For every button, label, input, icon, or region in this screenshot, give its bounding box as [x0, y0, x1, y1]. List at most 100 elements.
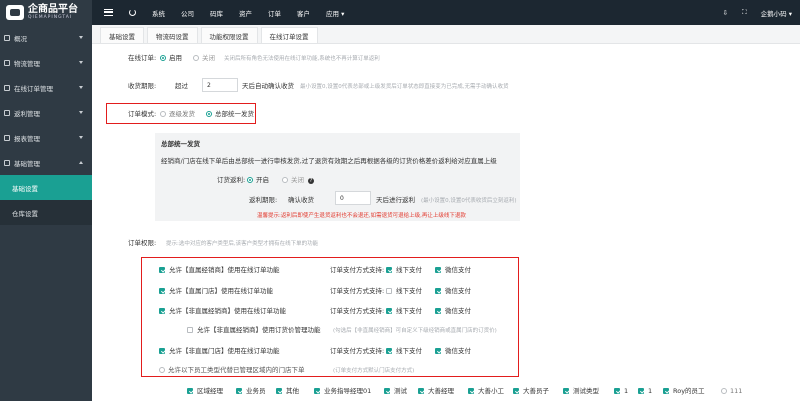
staff-order-checkbox[interactable]: 允许以下员工类型代替已管理区域内的门店下单	[159, 366, 305, 375]
topnav-company[interactable]: 公司	[181, 8, 194, 18]
sidebar-subitem-warehouse[interactable]: 仓库设置	[0, 200, 92, 225]
order-permission-hint: 提示:选中对应的客户类型后,该客户类型才拥有在线下单的功能	[166, 241, 319, 247]
pay-methods-label: 订单支付方式支持:	[330, 266, 385, 274]
menu-toggle-icon[interactable]	[104, 9, 113, 16]
panel-title: 总部统一发货	[161, 140, 200, 148]
tab-basic-settings[interactable]: 基础设置	[100, 27, 144, 43]
online-order-enable-radio[interactable]: 启用	[160, 54, 182, 63]
staff-type-checkbox[interactable]: 测试	[384, 387, 407, 396]
staff-type-checkbox[interactable]: Roy的员工	[663, 387, 705, 396]
tab-permissions[interactable]: 功能权限设置	[200, 27, 258, 43]
sidebar-item-label: 在线订单管理	[14, 84, 53, 93]
pay-wechat-checkbox[interactable]: 微信支付	[435, 287, 471, 296]
online-order-disable-radio[interactable]: 关闭	[193, 54, 215, 63]
order-permission-label: 订单权限:	[128, 239, 157, 247]
topnav-system[interactable]: 系统	[152, 8, 165, 18]
chevron-down-icon	[79, 86, 83, 89]
online-order-hint: 关闭后所有角色无法使用在线订单功能,系统也不再计算订单返利	[224, 56, 380, 62]
order-mode-label: 订单模式:	[128, 110, 157, 118]
logistics-icon	[4, 59, 10, 66]
tab-logistics-code[interactable]: 物流码设置	[147, 27, 198, 43]
staff-type-checkbox[interactable]: 大善经理	[418, 387, 454, 396]
staff-type-checkbox[interactable]: 1	[614, 387, 628, 396]
staff-type-checkbox[interactable]: 测试类型	[563, 387, 599, 396]
sidebar: 企商品平台 QIEMAPINGTAI 概况 物流管理 在线订单管理 返利管理 报…	[0, 0, 92, 401]
sidebar-item-label: 报表管理	[14, 134, 40, 143]
mode-step-radio[interactable]: 逐级发货	[160, 110, 195, 119]
sidebar-item-overview[interactable]: 概况	[0, 25, 92, 50]
rebate-off-radio[interactable]: 关闭?	[282, 176, 314, 185]
top-bar: 系统 公司 码库 资产 订单 客户 应用 ▾ ⇩ ⛶ 企鹅小码 ▾	[92, 0, 800, 25]
online-order-label: 在线订单:	[128, 54, 157, 62]
settings-icon	[4, 159, 10, 166]
topnav-apps[interactable]: 应用 ▾	[326, 8, 344, 18]
chevron-down-icon	[79, 61, 83, 64]
chevron-down-icon	[79, 36, 83, 39]
staff-type-checkbox[interactable]: 1	[638, 387, 652, 396]
topnav-customers[interactable]: 客户	[297, 8, 310, 18]
sidebar-item-basic[interactable]: 基础管理	[0, 150, 92, 175]
rebate-on-radio[interactable]: 开启	[247, 176, 269, 185]
chevron-up-icon	[79, 161, 83, 164]
mode-hq-radio[interactable]: 总部统一发货	[206, 110, 254, 119]
pay-methods-label: 订单支付方式支持:	[330, 347, 385, 355]
brand-title: 企商品平台	[28, 4, 78, 15]
pay-wechat-checkbox[interactable]: 微信支付	[435, 266, 471, 275]
rebate-period-suffix: 天后进行返利	[376, 196, 415, 204]
staff-type-checkbox[interactable]: 业务员	[236, 387, 266, 396]
staff-type-checkbox[interactable]: 111	[721, 387, 742, 396]
sidebar-item-logistics[interactable]: 物流管理	[0, 50, 92, 75]
receipt-days-input[interactable]: 2	[202, 78, 238, 92]
pay-offline-checkbox[interactable]: 线下支付	[386, 347, 422, 356]
perm-nondirect-dealer-checkbox[interactable]: 允许【非直属经销商】使用在线订单功能	[159, 307, 286, 316]
receipt-suffix: 天后自动确认收货	[242, 82, 294, 90]
brand-subtitle: QIEMAPINGTAI	[28, 15, 73, 20]
permissions-highlight	[141, 257, 519, 377]
sidebar-item-online-orders[interactable]: 在线订单管理	[0, 75, 92, 100]
user-menu[interactable]: 企鹅小码 ▾	[761, 8, 792, 18]
pay-methods-label: 订单支付方式支持:	[330, 307, 385, 315]
sidebar-subitem-basic-settings[interactable]: 基础设置	[0, 175, 92, 200]
rebate-label: 订货返利:	[217, 176, 246, 184]
rebate-period-hint: (最小设置0,设置0代表收货后立刻返利)	[421, 198, 517, 204]
perm-price-management-checkbox[interactable]: 允许【非直属经销商】使用订货价管理功能	[187, 326, 321, 335]
sidebar-item-label: 基础管理	[14, 159, 40, 168]
perm-nondirect-store-checkbox[interactable]: 允许【非直属门店】使用在线订单功能	[159, 347, 280, 356]
staff-type-checkbox[interactable]: 区域经理	[187, 387, 223, 396]
logo-icon	[6, 5, 24, 20]
pay-wechat-checkbox[interactable]: 微信支付	[435, 307, 471, 316]
staff-type-checkbox[interactable]: 其他	[276, 387, 299, 396]
help-icon[interactable]: ?	[308, 178, 314, 184]
sidebar-item-reports[interactable]: 报表管理	[0, 125, 92, 150]
staff-type-checkbox[interactable]: 业务指导经理01	[314, 387, 371, 396]
pay-methods-label: 订单支付方式支持:	[330, 287, 385, 295]
staff-type-checkbox[interactable]: 大善小工	[468, 387, 504, 396]
brand-logo: 企商品平台 QIEMAPINGTAI	[0, 0, 92, 25]
rebate-period-prefix: 确认收货	[288, 196, 314, 204]
rebate-days-input[interactable]: 0	[335, 191, 371, 205]
report-icon	[4, 134, 10, 141]
download-icon[interactable]: ⇩	[723, 9, 728, 17]
tab-online-order[interactable]: 在线订单设置	[260, 27, 318, 43]
hq-delivery-panel	[155, 133, 520, 221]
pay-wechat-checkbox[interactable]: 微信支付	[435, 347, 471, 356]
staff-type-checkbox[interactable]: 大善员子	[513, 387, 549, 396]
topnav-orders[interactable]: 订单	[268, 8, 281, 18]
sidebar-item-label: 物流管理	[14, 59, 40, 68]
sidebar-item-rebate[interactable]: 返利管理	[0, 100, 92, 125]
sidebar-item-label: 返利管理	[14, 109, 40, 118]
topnav-assets[interactable]: 资产	[239, 8, 252, 18]
perm-direct-dealer-checkbox[interactable]: 允许【直属经销商】使用在线订单功能	[159, 266, 280, 275]
fullscreen-icon[interactable]: ⛶	[742, 8, 747, 17]
pay-offline-checkbox[interactable]: 线下支付	[386, 266, 422, 275]
perm-direct-store-checkbox[interactable]: 允许【直属门店】使用在线订单功能	[159, 287, 273, 296]
pay-offline-checkbox[interactable]: 线下支付	[386, 307, 422, 316]
refresh-icon[interactable]	[129, 9, 136, 16]
rebate-warning: 温馨提示:返利后即使产生退货返利也不会退还,如需退货可退给上级,再让上级线下退款	[257, 213, 466, 219]
panel-description: 经销商/门店在线下单后由总部统一进行审核发货,过了退货有效期之后再根据各级的订货…	[161, 157, 497, 165]
receipt-prefix: 超过	[175, 82, 188, 90]
settings-tabs: 基础设置 物流码设置 功能权限设置 在线订单设置	[92, 25, 800, 44]
orders-icon	[4, 84, 10, 91]
pay-offline-checkbox[interactable]: 线下支付	[386, 287, 422, 296]
topnav-code-library[interactable]: 码库	[210, 8, 223, 18]
